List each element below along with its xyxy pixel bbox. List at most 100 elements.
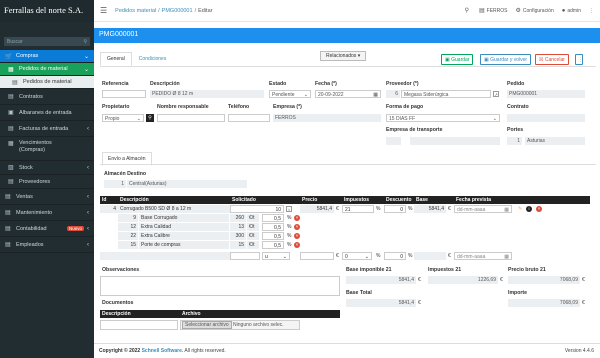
line-descripcion[interactable]: Corrugado B500 SD Ø 8 a 12 m (118, 205, 230, 213)
delete-icon[interactable]: × (294, 215, 300, 221)
sidebar-search[interactable]: Buscar ⚲ (4, 37, 90, 46)
cancel-button[interactable]: ☒ Cancelar (535, 54, 569, 65)
save-back-button[interactable]: ▣ Guardar y volver (480, 54, 532, 65)
menu-dots-icon: ⋮ (578, 57, 583, 63)
observaciones-textarea[interactable] (100, 276, 340, 296)
new-line-descripcion[interactable] (118, 252, 230, 260)
referencia-input[interactable] (102, 90, 146, 98)
sidebar-item-stock[interactable]: ▨ Stock ‹ (0, 161, 94, 175)
more-button[interactable]: ⋮ (575, 54, 583, 65)
calendar-icon: ▦ (373, 92, 378, 98)
sidebar-item-albaranes[interactable]: ▣ Albaranes de entrada (0, 105, 94, 121)
sidebar-item-contabilidad[interactable]: ▤ Contabilidad Nuevo ‹ (0, 221, 94, 237)
extra-pct[interactable]: 0,5 (262, 232, 284, 240)
tab-condiciones[interactable]: Condiciones (132, 52, 174, 66)
sidebar-item-facturas[interactable]: ▤ Facturas de entrada ‹ (0, 121, 94, 137)
extra-value[interactable]: 260 (230, 214, 246, 222)
brand-logo[interactable]: Ferrallas del norte S.A. (0, 0, 94, 22)
external-link-icon[interactable]: ↗ (493, 91, 499, 97)
company-link[interactable]: Schnell Software. (142, 348, 184, 354)
new-line-impuesto[interactable]: 0 ⌄ (342, 252, 372, 260)
line-descuento[interactable]: 0 (384, 205, 406, 213)
contrato-input (507, 114, 585, 122)
forma-pago-select[interactable]: 15 DIAS FF ⌄ (386, 114, 500, 122)
chevron-left-icon: ‹ (87, 209, 89, 216)
delete-icon[interactable]: × (536, 206, 542, 212)
fecha-input[interactable]: 20-09-2022 ▦ (315, 90, 381, 98)
line-fecha-prevista[interactable]: dd-mm-aaaa ▦ (454, 205, 512, 213)
chevron-down-icon: ⌄ (364, 254, 369, 260)
sidebar-item-empleados[interactable]: ▤ Empleados ‹ (0, 237, 94, 253)
breadcrumb-pedidos[interactable]: Pedidos material (115, 8, 156, 14)
user-menu[interactable]: ● admin (562, 8, 581, 14)
new-line-solicitado[interactable] (230, 252, 260, 260)
almacen-id[interactable]: 1 (104, 180, 126, 188)
sidebar-item-ventas[interactable]: ▤ Ventas ‹ (0, 189, 94, 205)
extra-label: Porte de compras (139, 241, 229, 249)
extra-id: 22 (118, 232, 138, 240)
portes-input[interactable]: Asturias (525, 137, 585, 145)
propietario-select[interactable]: Propio ⌄ (102, 114, 144, 122)
extra-id: 12 (118, 223, 138, 231)
company-switch[interactable]: ▤ FERROS (479, 7, 508, 14)
transporte-input[interactable] (410, 137, 500, 145)
sidebar-subitem-pedidos-material[interactable]: ▤ Pedidos de material (0, 76, 94, 89)
info-icon[interactable]: i (526, 206, 532, 212)
descripcion-input[interactable]: PEDIDO Ø 8 12 m (150, 90, 264, 98)
new-line-currency: € (336, 253, 339, 259)
save-button[interactable]: ▣ Guardar (441, 54, 474, 65)
pct-symbol: % (287, 242, 292, 248)
new-line-precio[interactable] (300, 252, 334, 260)
unit-icon: t (286, 206, 292, 212)
delete-icon[interactable]: × (294, 242, 300, 248)
sidebar-item-mantenimiento[interactable]: ▤ Mantenimiento ‹ (0, 205, 94, 221)
new-line-unit-select[interactable]: u ⌄ (262, 252, 290, 260)
delete-icon[interactable]: × (294, 233, 300, 239)
settings-link[interactable]: ⚙ Configuración (516, 7, 554, 14)
sidebar-item-contratos[interactable]: ▤ Contratos (0, 89, 94, 105)
sidebar-item-proveedores[interactable]: ▤ Proveedores (0, 175, 94, 189)
portes-id[interactable]: 1 (507, 137, 522, 145)
sidebar-search-input[interactable]: Buscar (7, 39, 23, 45)
hamburger-icon[interactable]: ☰ (100, 6, 107, 15)
sidebar-item-vencimientos[interactable]: ▦ Vencimientos (Compras) (0, 137, 94, 161)
extra-pct[interactable]: 0,5 (262, 214, 284, 222)
search-icon[interactable]: ⚲ (465, 7, 469, 14)
nombre-responsable-input[interactable] (157, 114, 225, 122)
new-line-id[interactable] (100, 252, 118, 260)
breadcrumb-pmg[interactable]: PMG000001 (162, 8, 193, 14)
search-icon[interactable]: ⚲ (83, 39, 87, 45)
file-select-button[interactable]: Seleccionar archivo (182, 321, 232, 329)
portes-label: Portes (507, 127, 524, 133)
proveedor-input[interactable]: Megasa Siderúrgica (401, 90, 491, 98)
line-impuesto[interactable]: 21 (342, 205, 374, 213)
related-dropdown[interactable]: Relacionados ▾ (320, 51, 367, 61)
extra-value[interactable]: 13 (230, 223, 246, 231)
menu-dots-icon[interactable]: ⋮ (589, 8, 594, 14)
doc-descripcion-input[interactable] (100, 320, 178, 330)
new-line-fecha[interactable]: dd-mm-aaaa ▦ (454, 252, 512, 260)
sidebar-item-compras[interactable]: 🛒 Compras ⌄ (0, 50, 94, 63)
new-line-descuento[interactable]: 0 (384, 252, 406, 260)
almacen-input[interactable]: Central(Asturias) (127, 180, 247, 188)
tab-general[interactable]: General (100, 52, 132, 66)
extra-pct[interactable]: 0,5 (262, 223, 284, 231)
search-icon[interactable]: ⚲ (146, 114, 154, 122)
file-picker[interactable]: Seleccionar archivo Ninguno archivo sele… (180, 320, 300, 330)
extra-value[interactable]: 15 (230, 241, 246, 249)
proveedor-id[interactable]: 6 (386, 90, 400, 98)
extra-value[interactable]: 300 (230, 232, 246, 240)
propietario-value: Propio (105, 116, 120, 122)
col-id: Id (100, 196, 118, 204)
transporte-id[interactable] (386, 137, 401, 145)
extra-pct[interactable]: 0,5 (262, 241, 284, 249)
delete-icon[interactable]: × (294, 224, 300, 230)
line-solicitado[interactable]: 10 (230, 205, 284, 213)
line-base: 5841,4 (414, 205, 446, 213)
edit-icon[interactable]: ✎ (516, 205, 524, 213)
estado-select[interactable]: Pendiente ⌄ (269, 90, 311, 98)
chevron-left-icon: ‹ (87, 125, 89, 132)
sidebar-item-pedidos-material[interactable]: ▦ Pedidos de material ⌄ (0, 63, 94, 76)
telefono-input[interactable] (228, 114, 270, 122)
line-precio[interactable]: 5841,4 (300, 205, 334, 213)
